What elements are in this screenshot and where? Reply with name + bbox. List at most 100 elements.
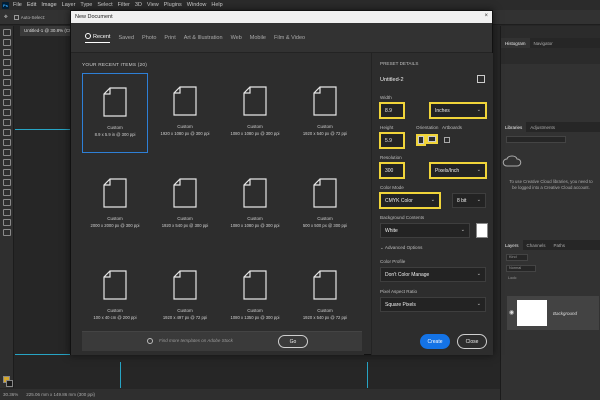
pixel-aspect-select[interactable]: Square Pixels ⌄: [380, 297, 486, 312]
height-input[interactable]: 5.9: [379, 132, 405, 149]
preset-details-panel: PRESET DETAILS Untitled-2 Width 8.9 Inch…: [371, 53, 493, 355]
width-unit-select[interactable]: Inches ⌄: [429, 102, 487, 119]
tab-libraries[interactable]: Libraries: [501, 122, 527, 132]
menu-filter[interactable]: Filter: [118, 2, 130, 8]
frame-tool-icon[interactable]: [2, 79, 11, 86]
shape-tool-icon[interactable]: [2, 209, 11, 216]
tab-saved[interactable]: Saved: [118, 35, 134, 41]
layer-kind-filter[interactable]: Kind: [506, 254, 528, 261]
recent-item-card[interactable]: Custom 500 x 500 px @ 300 ppi: [292, 165, 358, 245]
landscape-orientation-icon[interactable]: [426, 134, 438, 144]
recent-item-dimensions: 1080 x 1080 px @ 300 ppi: [230, 131, 280, 136]
color-profile-select[interactable]: Don't Color Manage ⌄: [380, 267, 486, 282]
visibility-eye-icon[interactable]: ◉: [509, 309, 514, 316]
tab-adjustments[interactable]: Adjustments: [526, 122, 559, 132]
tab-channels[interactable]: Channels: [523, 240, 550, 250]
recent-item-card[interactable]: Custom 1920 x 1080 px @ 300 ppi: [152, 73, 218, 153]
color-mode-select[interactable]: CMYK Color ⌄: [379, 192, 441, 209]
dialog-close-icon[interactable]: ×: [484, 13, 488, 19]
tab-recent[interactable]: Recent: [85, 32, 111, 43]
chevron-down-icon: ⌄: [476, 167, 481, 173]
document-name-input[interactable]: Untitled-2: [380, 77, 404, 83]
menu-help[interactable]: Help: [211, 2, 222, 8]
recent-item-card[interactable]: Custom 1080 x 1080 px @ 300 ppi: [222, 73, 288, 153]
hand-tool-icon[interactable]: [2, 219, 11, 226]
menu-image[interactable]: Image: [41, 2, 56, 8]
recent-item-card[interactable]: Custom 2000 x 2000 px @ 300 ppi: [82, 165, 148, 245]
gradient-tool-icon[interactable]: [2, 149, 11, 156]
menu-plugins[interactable]: Plugins: [164, 2, 182, 8]
advanced-options-toggle[interactable]: ⌄ Advanced Options: [380, 245, 422, 251]
menu-edit[interactable]: Edit: [27, 2, 36, 8]
zoom-level[interactable]: 30.36%: [3, 392, 18, 397]
recent-item-card[interactable]: Custom 100 x 40 cm @ 200 ppi: [82, 257, 148, 337]
eraser-tool-icon[interactable]: [2, 139, 11, 146]
menu-file[interactable]: File: [13, 2, 22, 8]
menu-layer[interactable]: Layer: [62, 2, 76, 8]
crop-tool-icon[interactable]: [2, 69, 11, 76]
resolution-input[interactable]: 300: [379, 162, 405, 179]
layer-row-background[interactable]: ◉ Background: [507, 296, 599, 330]
document-dimensions: 225.06 mm x 149.86 mm (300 ppi): [26, 392, 96, 397]
layers-tabs: Layers Channels Paths: [501, 240, 600, 250]
tab-art-illustration[interactable]: Art & Illustration: [184, 35, 223, 41]
resolution-unit-select[interactable]: Pixels/Inch ⌄: [429, 162, 487, 179]
recent-item-name: Custom: [177, 308, 193, 313]
menu-3d[interactable]: 3D: [135, 2, 142, 8]
recent-item-card[interactable]: Custom 1920 x 540 px @ 300 ppi: [152, 165, 218, 245]
recent-items-area: YOUR RECENT ITEMS (20) Custom 8.9 x 5.9 i…: [71, 53, 364, 355]
recent-item-card[interactable]: Custom 1920 x 497 px @ 72 ppi: [152, 257, 218, 337]
tab-navigator[interactable]: Navigator: [530, 38, 557, 48]
lasso-tool-icon[interactable]: [2, 49, 11, 56]
path-select-tool-icon[interactable]: [2, 199, 11, 206]
lock-controls[interactable]: Lock:: [506, 276, 536, 283]
background-color-swatch[interactable]: [6, 380, 13, 387]
menu-type[interactable]: Type: [80, 2, 92, 8]
marquee-tool-icon[interactable]: [2, 39, 11, 46]
blur-tool-icon[interactable]: [2, 159, 11, 166]
close-button[interactable]: Close: [457, 334, 487, 349]
brush-tool-icon[interactable]: [2, 109, 11, 116]
go-button[interactable]: Go: [278, 335, 308, 348]
recent-item-card[interactable]: Custom 8.9 x 5.9 in @ 300 ppi: [82, 73, 148, 153]
background-color-swatch[interactable]: [476, 223, 488, 238]
width-input[interactable]: 8.9: [379, 102, 405, 119]
tab-layers[interactable]: Layers: [501, 240, 523, 250]
quick-select-tool-icon[interactable]: [2, 59, 11, 66]
tab-paths[interactable]: Paths: [550, 240, 570, 250]
move-tool-icon[interactable]: ✥: [4, 14, 8, 20]
dodge-tool-icon[interactable]: [2, 169, 11, 176]
bit-depth-select[interactable]: 8 bit ⌄: [452, 193, 486, 208]
healing-brush-tool-icon[interactable]: [2, 99, 11, 106]
artboards-checkbox[interactable]: [444, 137, 450, 143]
menu-view[interactable]: View: [147, 2, 159, 8]
menu-window[interactable]: Window: [187, 2, 207, 8]
menu-select[interactable]: Select: [97, 2, 112, 8]
resolution-label: Resolution: [380, 155, 402, 160]
library-search-field[interactable]: [506, 136, 566, 143]
save-preset-icon[interactable]: [477, 75, 485, 83]
create-button[interactable]: Create: [420, 334, 450, 349]
tab-histogram[interactable]: Histogram: [501, 38, 530, 48]
tab-print[interactable]: Print: [164, 35, 175, 41]
zoom-tool-icon[interactable]: [2, 229, 11, 236]
pen-tool-icon[interactable]: [2, 179, 11, 186]
history-brush-tool-icon[interactable]: [2, 129, 11, 136]
recent-item-card[interactable]: Custom 1920 x 540 px @ 72 ppi: [292, 257, 358, 337]
tab-mobile[interactable]: Mobile: [250, 35, 266, 41]
tab-film-video[interactable]: Film & Video: [274, 35, 305, 41]
eyedropper-tool-icon[interactable]: [2, 89, 11, 96]
move-tool-icon[interactable]: [2, 29, 11, 36]
portrait-orientation-icon[interactable]: [416, 134, 426, 146]
recent-item-card[interactable]: Custom 1920 x 540 px @ 72 ppi: [292, 73, 358, 153]
tab-web[interactable]: Web: [231, 35, 242, 41]
type-tool-icon[interactable]: [2, 189, 11, 196]
recent-item-card[interactable]: Custom 1080 x 1080 px @ 300 ppi: [222, 165, 288, 245]
blend-mode-select[interactable]: Normal: [506, 265, 536, 272]
stock-search-input[interactable]: Find more templates on Adobe Stock: [159, 338, 233, 343]
auto-select-checkbox[interactable]: [13, 14, 19, 20]
tab-photo[interactable]: Photo: [142, 35, 156, 41]
background-select[interactable]: White ⌄: [380, 223, 470, 238]
recent-item-card[interactable]: Custom 1080 x 1350 px @ 300 ppi: [222, 257, 288, 337]
stamp-tool-icon[interactable]: [2, 119, 11, 126]
